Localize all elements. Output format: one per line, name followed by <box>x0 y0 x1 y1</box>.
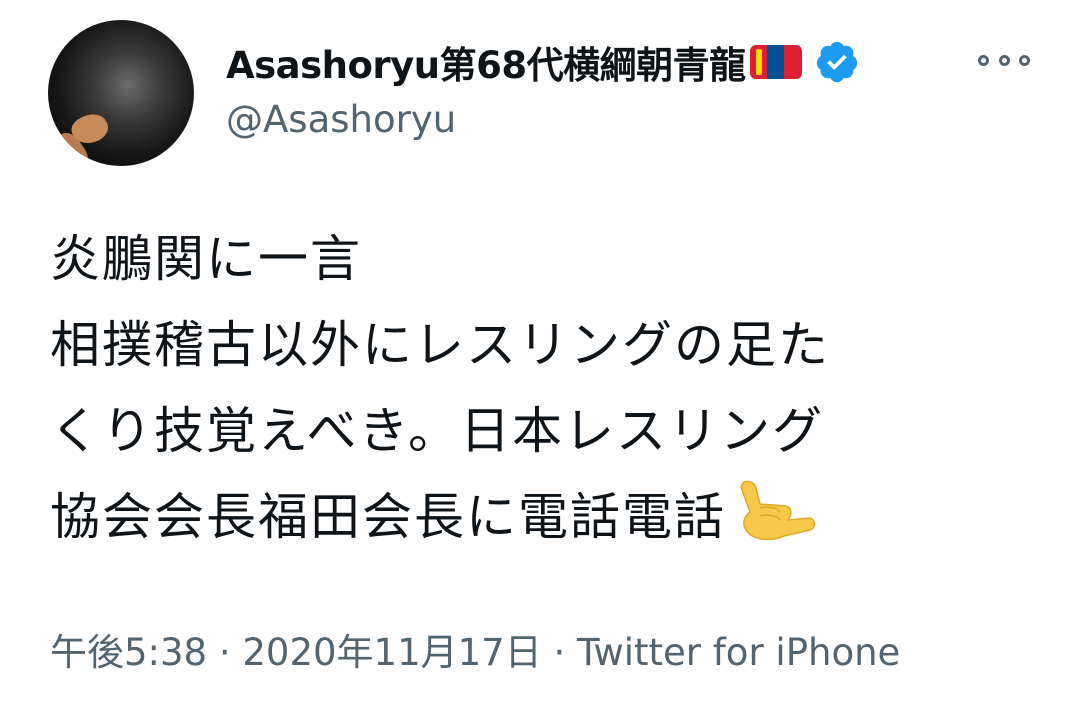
mongolia-flag-icon <box>749 45 802 79</box>
tweet-line: くり技覚えべき。日本レスリング <box>50 402 824 460</box>
tweet-line-last: 協会会長福田会長に電話電話 <box>50 474 830 560</box>
tweet-text: 炎鵬関に一言 相撲稽古以外にレスリングの足た くり技覚えべき。日本レスリング 協… <box>50 216 830 560</box>
tweet-line: 相撲稽古以外にレスリングの足た <box>50 316 830 374</box>
verified-badge-icon <box>816 41 857 83</box>
tweet-source[interactable]: Twitter for iPhone <box>577 631 900 674</box>
author-name-row: Asashoryu第68代横綱朝青龍 <box>226 36 860 88</box>
meta-separator: · <box>553 631 566 674</box>
username-handle[interactable]: @Asashoryu <box>226 98 456 141</box>
tweet-line: 協会会長福田会長に電話電話 <box>50 488 726 546</box>
tweet-meta: 午後5:38 · 2020年11月17日 · Twitter for iPhon… <box>50 622 900 676</box>
meta-separator: · <box>218 631 231 674</box>
more-options-icon[interactable] <box>978 50 1030 70</box>
tweet-line: 炎鵬関に一言 <box>50 230 362 288</box>
call-me-hand-icon <box>740 480 816 541</box>
display-name[interactable]: Asashoryu第68代横綱朝青龍 <box>226 35 746 89</box>
tweet-time[interactable]: 午後5:38 <box>50 631 207 674</box>
tweet-date[interactable]: 2020年11月17日 <box>242 631 541 674</box>
avatar[interactable] <box>48 20 194 166</box>
